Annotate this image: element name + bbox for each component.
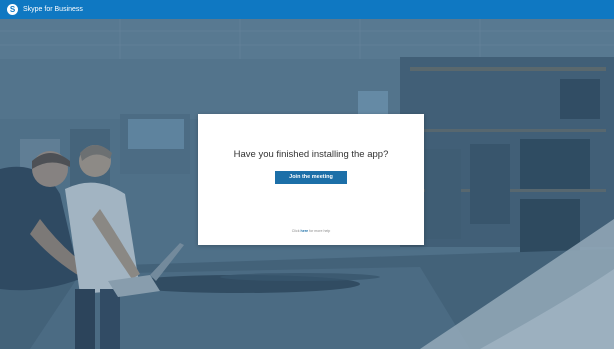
help-text: Click here for more help [198, 229, 424, 233]
dialog-heading: Have you finished installing the app? [233, 149, 389, 160]
title-bar: S Skype for Business [0, 0, 614, 19]
skype-join-window: S Skype for Business Have you finished i… [0, 0, 614, 349]
join-meeting-button[interactable]: Join the meeting [275, 171, 347, 184]
help-prefix: Click [291, 229, 300, 233]
install-check-dialog: Have you finished installing the app? Jo… [198, 114, 424, 245]
app-title: Skype for Business [23, 6, 83, 13]
help-suffix: for more help [309, 229, 331, 233]
help-link[interactable]: here [301, 229, 309, 233]
skype-logo-icon: S [7, 4, 18, 15]
